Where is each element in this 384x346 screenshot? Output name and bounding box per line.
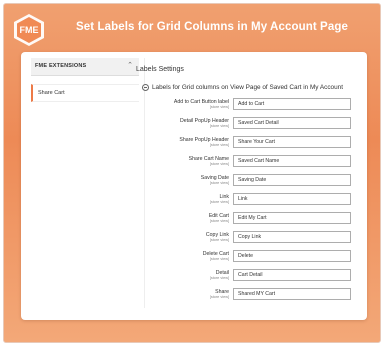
- chevron-up-icon[interactable]: ⌃: [127, 62, 133, 69]
- delete-cart-input[interactable]: Delete: [233, 250, 351, 262]
- section-title: Labels for Grid columns on View Page of …: [152, 84, 343, 91]
- sidebar-header-label: FME EXTENSIONS: [35, 63, 87, 69]
- section-header[interactable]: Labels for Grid columns on View Page of …: [142, 83, 357, 93]
- scope-label: [store view]: [209, 162, 229, 166]
- setting-row: Share [store view] Shared MY Cart: [21, 288, 367, 304]
- edit-cart-input[interactable]: Edit My Cart: [233, 212, 351, 224]
- detail-input[interactable]: Cart Detail: [233, 269, 351, 281]
- setting-row: Link [store view] Link: [21, 193, 367, 209]
- sidebar-item-label: Share Cart: [38, 90, 65, 96]
- scope-label: [store view]: [209, 200, 229, 204]
- sidebar-header[interactable]: FME EXTENSIONS ⌃: [31, 58, 139, 76]
- link-input[interactable]: Link: [233, 193, 351, 205]
- setting-row: Share PopUp Header [store view] Share Yo…: [21, 136, 367, 152]
- scope-label: [store view]: [209, 295, 229, 299]
- page-frame: FME Set Labels for Grid Columns in My Ac…: [3, 3, 381, 343]
- setting-row: Copy Link [store view] Copy Link: [21, 231, 367, 247]
- settings-panel: FME EXTENSIONS ⌃ Share Cart Labels Setti…: [21, 52, 367, 320]
- scope-label: [store view]: [209, 105, 229, 109]
- share-cart-name-input[interactable]: Saved Cart Name: [233, 155, 351, 167]
- scope-label: [store view]: [209, 238, 229, 242]
- scope-label: [store view]: [209, 124, 229, 128]
- setting-row: Delete Cart [store view] Delete: [21, 250, 367, 266]
- add-to-cart-label-input[interactable]: Add to Cart: [233, 98, 351, 110]
- setting-row: Saving Date [store view] Saving Date: [21, 174, 367, 190]
- scope-label: [store view]: [209, 181, 229, 185]
- collapse-icon[interactable]: [142, 84, 149, 91]
- banner-title: Set Labels for Grid Columns in My Accoun…: [76, 21, 348, 33]
- scope-label: [store view]: [209, 219, 229, 223]
- setting-row: Edit Cart [store view] Edit My Cart: [21, 212, 367, 228]
- bottom-strip: [4, 322, 380, 342]
- copy-link-input[interactable]: Copy Link: [233, 231, 351, 243]
- setting-row: Share Cart Name [store view] Saved Cart …: [21, 155, 367, 171]
- svg-text:FME: FME: [20, 25, 39, 35]
- banner: FME Set Labels for Grid Columns in My Ac…: [4, 4, 380, 46]
- setting-row: Add to Cart Button label [store view] Ad…: [21, 98, 367, 114]
- share-input[interactable]: Shared MY Cart: [233, 288, 351, 300]
- scope-label: [store view]: [209, 257, 229, 261]
- saving-date-input[interactable]: Saving Date: [233, 174, 351, 186]
- share-popup-header-input[interactable]: Share Your Cart: [233, 136, 351, 148]
- scope-label: [store view]: [209, 276, 229, 280]
- setting-row: Detail [store view] Cart Detail: [21, 269, 367, 285]
- detail-popup-header-input[interactable]: Saved Cart Detail: [233, 117, 351, 129]
- page-title: Labels Settings: [136, 66, 184, 73]
- scope-label: [store view]: [209, 143, 229, 147]
- fme-logo-icon: FME: [14, 14, 44, 46]
- setting-row: Detail PopUp Header [store view] Saved C…: [21, 117, 367, 133]
